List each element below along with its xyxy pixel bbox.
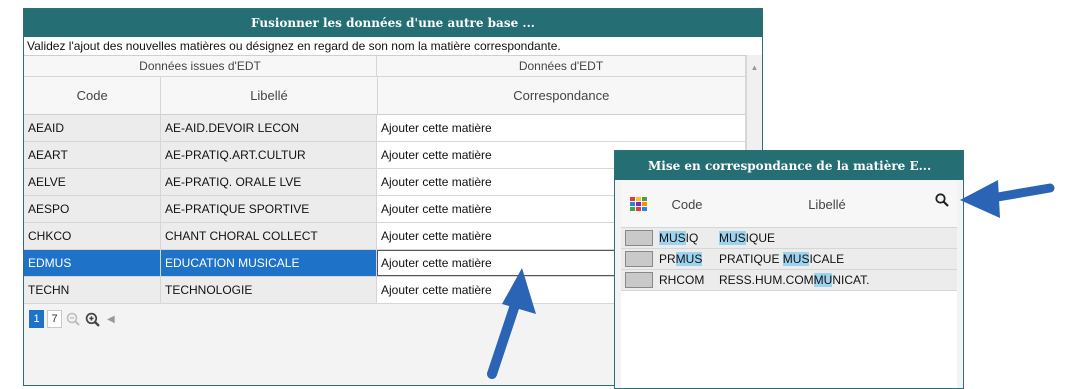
text-segment: IQUE	[745, 231, 776, 245]
matching-cell-code: MUSIQ	[659, 231, 717, 245]
text-segment: RESS.HUM.COM	[719, 273, 814, 287]
text-segment: ICALE	[809, 252, 845, 266]
cell-libelle: EDUCATION MUSICALE	[161, 250, 377, 276]
instructions-text: Validez l'ajout des nouvelles matières o…	[24, 37, 762, 55]
cell-libelle: CHANT CHORAL COLLECT	[161, 223, 377, 249]
matching-column-libelle[interactable]: Libellé	[717, 197, 937, 212]
cell-code: AEAID	[24, 115, 161, 141]
column-selector-icon[interactable]	[621, 197, 657, 211]
matching-row[interactable]: MUSIQ MUSIQUE	[621, 228, 957, 249]
matching-cell-libelle: MUSIQUE	[717, 231, 775, 245]
cell-code: AELVE	[24, 169, 161, 195]
color-swatch	[625, 251, 653, 267]
text-segment: NICAT.	[832, 273, 870, 287]
cell-libelle: TECHNOLOGIE	[161, 277, 377, 303]
column-header-code[interactable]: Code	[24, 77, 162, 114]
search-icon[interactable]	[932, 190, 952, 210]
matching-cell-libelle: PRATIQUE MUSICALE	[717, 252, 844, 266]
table-row[interactable]: AEAID AE-AID.DEVOIR LECON Ajouter cette ma…	[24, 115, 746, 142]
matching-cell-libelle: RESS.HUM.COMMUNICAT.	[717, 273, 869, 287]
matching-column-code[interactable]: Code	[657, 197, 717, 212]
text-segment: PRATIQUE	[719, 252, 783, 266]
cell-code: TECHN	[24, 277, 161, 303]
page-current[interactable]: 1	[29, 310, 44, 328]
matching-dialog-title: Mise en correspondance de la matière E..…	[615, 151, 963, 180]
scroll-up-icon[interactable]: ▲	[747, 63, 762, 72]
matching-rows: MUSIQ MUSIQUE PRMUS PRATIQUE MUSICALE RHCOM R…	[621, 228, 957, 291]
pointer-arrow-up-icon	[487, 268, 536, 379]
search-highlight: MUS	[675, 252, 703, 266]
zoom-in-icon[interactable]	[84, 311, 100, 327]
group-header-source: Données issues d'EDT	[24, 56, 378, 76]
cell-libelle: AE-AID.DEVOIR LECON	[161, 115, 377, 141]
search-highlight: MUS	[659, 231, 686, 245]
cell-libelle: AE-PRATIQUE SPORTIVE	[161, 196, 377, 222]
text-segment: PR	[659, 252, 676, 266]
matching-cell-code: PRMUS	[659, 252, 717, 266]
matching-dialog: Mise en correspondance de la matière E..…	[614, 150, 964, 389]
text-segment: RHCOM	[659, 273, 705, 287]
cell-libelle: AE-PRATIQ. ORALE LVE	[161, 169, 377, 195]
pager: 1 7 ◀	[29, 310, 115, 328]
matching-list: Code Libellé MUSIQ MUSIQUE PRMUS PRATIQUE M…	[621, 181, 957, 388]
group-header-target: Données d'EDT	[377, 56, 746, 76]
column-header-correspondance[interactable]: Correspondance	[378, 77, 747, 114]
matching-row[interactable]: PRMUS PRATIQUE MUSICALE	[621, 249, 957, 270]
group-header-row: Données issues d'EDT Données d'EDT	[24, 56, 746, 77]
cell-code: EDMUS	[24, 250, 161, 276]
search-highlight: MUS	[782, 252, 810, 266]
cell-code: AEART	[24, 142, 161, 168]
pointer-arrow-left-icon	[960, 180, 1055, 218]
merge-dialog-title: Fusionner les données d'une autre base .…	[24, 9, 762, 37]
matching-cell-code: RHCOM	[659, 273, 717, 287]
cell-correspondance[interactable]: Ajouter cette matière	[377, 115, 746, 141]
text-segment: IQ	[685, 231, 699, 245]
column-header-libelle[interactable]: Libellé	[161, 77, 378, 114]
search-highlight: MU	[813, 273, 833, 287]
cell-code: CHKCO	[24, 223, 161, 249]
zoom-out-icon[interactable]	[65, 311, 81, 327]
column-header-row: Code Libellé Correspondance	[24, 77, 747, 115]
cell-libelle: AE-PRATIQ.ART.CULTUR	[161, 142, 377, 168]
page-other[interactable]: 7	[47, 310, 62, 328]
previous-page-icon[interactable]: ◀	[107, 314, 115, 325]
matching-header-row: Code Libellé	[621, 181, 957, 228]
color-swatch	[625, 272, 653, 288]
search-highlight: MUS	[719, 231, 746, 245]
cell-code: AESPO	[24, 196, 161, 222]
matching-row[interactable]: RHCOM RESS.HUM.COMMUNICAT.	[621, 270, 957, 291]
color-swatch	[625, 230, 653, 246]
